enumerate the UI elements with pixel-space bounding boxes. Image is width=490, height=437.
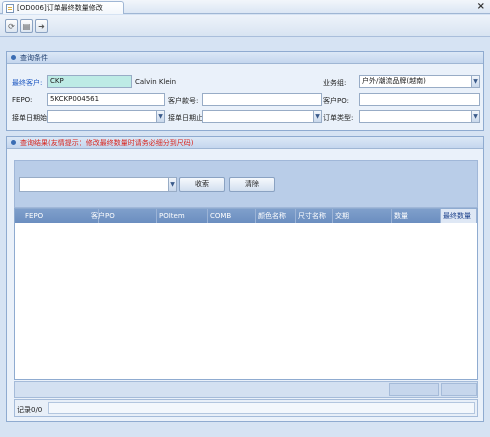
column-header[interactable]: 颜色名称: [256, 209, 296, 223]
results-panel-header: 查询结果(友情提示：修改最终数量时请务必细分到尺码): [7, 137, 483, 149]
column-header[interactable]: 最终数量: [441, 209, 477, 223]
column-header[interactable]: POItem: [157, 209, 208, 223]
total-qty-cell: [389, 383, 439, 396]
final-customer-label: 最终客户:: [12, 79, 43, 87]
results-panel-title: 查询结果(友情提示：修改最终数量时请务必细分到尺码): [20, 138, 194, 147]
order-date-end-label: 接单日期止:: [168, 114, 206, 122]
chevron-down-icon[interactable]: ▼: [471, 111, 479, 122]
final-customer-code-field[interactable]: CKP: [47, 75, 132, 88]
tab-order-final-qty[interactable]: [OD006]订单最终数量修改: [2, 1, 124, 14]
refresh-icon[interactable]: ⟳: [5, 19, 18, 33]
chevron-down-icon[interactable]: ▼: [168, 178, 176, 191]
order-date-start-picker[interactable]: ▼: [47, 110, 165, 123]
column-header[interactable]: 客户PO: [89, 209, 157, 223]
customer-po-label: 客户PO:: [323, 97, 349, 105]
style-no-field[interactable]: [202, 93, 322, 106]
total-final-qty-cell: [441, 383, 477, 396]
style-no-label: 客户款号:: [168, 97, 199, 105]
document-icon: [6, 3, 14, 13]
chevron-down-icon[interactable]: ▼: [313, 111, 321, 122]
search-button[interactable]: 收索: [179, 177, 225, 192]
close-icon[interactable]: ×: [477, 1, 485, 12]
bullet-icon: [11, 140, 16, 145]
order-type-label: 订单类型:: [323, 114, 354, 122]
exit-icon[interactable]: ➜: [35, 19, 48, 33]
record-status-bar: 记录0/0: [14, 399, 478, 417]
order-date-start-label: 接单日期始:: [12, 114, 50, 122]
tab-title: [OD006]订单最终数量修改: [17, 4, 103, 12]
column-header[interactable]: 数量: [392, 209, 441, 223]
business-group-select[interactable]: 户外/潮流品牌(越南) ▼: [359, 75, 480, 88]
bullet-icon: [11, 55, 16, 60]
column-header[interactable]: FEPO: [23, 209, 99, 223]
chevron-down-icon[interactable]: ▼: [156, 111, 164, 122]
query-panel-title: 查询条件: [20, 53, 48, 62]
column-header[interactable]: 尺寸名称: [296, 209, 333, 223]
filter-select[interactable]: ▼: [19, 177, 177, 192]
business-group-label: 业务组:: [323, 79, 347, 87]
toolbar: ⟳ ▤ ➜: [0, 15, 490, 37]
column-header[interactable]: COMB: [208, 209, 256, 223]
query-panel-header: 查询条件: [7, 52, 483, 64]
fepo-label: FEPO:: [12, 96, 33, 104]
horizontal-scrollbar[interactable]: [48, 402, 475, 414]
order-type-select[interactable]: ▼: [359, 110, 480, 123]
record-count: 记录0/0: [17, 406, 43, 414]
results-grid[interactable]: FEPO 客户PO POItem COMB 颜色名称 尺寸名称 交期 数量 最终…: [14, 208, 478, 380]
order-date-end-picker[interactable]: ▼: [202, 110, 322, 123]
save-icon[interactable]: ▤: [20, 19, 33, 33]
final-customer-name: Calvin Klein: [135, 78, 177, 86]
business-group-value: 户外/潮流品牌(越南): [362, 77, 426, 85]
clear-button[interactable]: 清除: [229, 177, 275, 192]
fepo-field[interactable]: 5KCKP004561: [47, 93, 165, 106]
customer-po-field[interactable]: [359, 93, 480, 106]
column-header[interactable]: 交期: [333, 209, 392, 223]
grid-header: FEPO 客户PO POItem COMB 颜色名称 尺寸名称 交期 数量 最终…: [15, 209, 477, 223]
tab-strip: [OD006]订单最终数量修改 ×: [0, 0, 490, 14]
totals-row: [14, 381, 478, 398]
chevron-down-icon[interactable]: ▼: [471, 76, 479, 87]
